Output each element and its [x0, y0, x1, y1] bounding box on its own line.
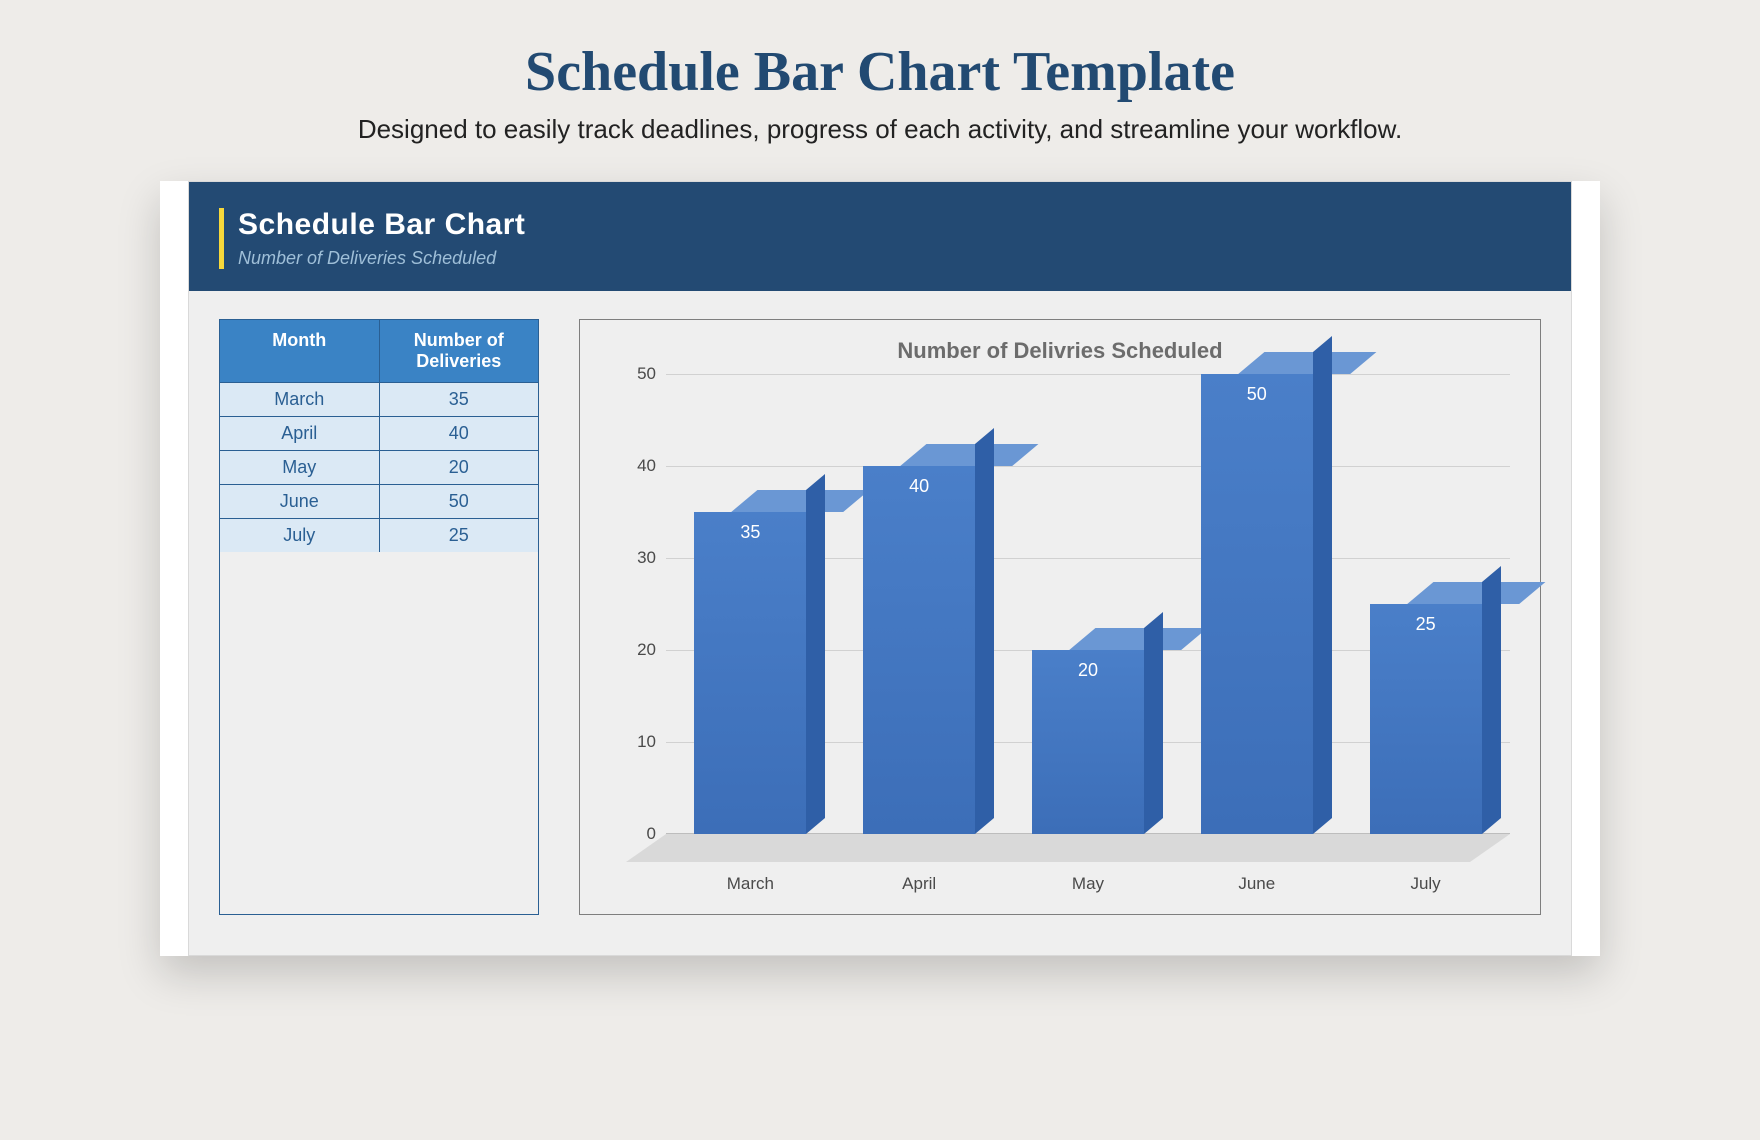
page-subtitle: Designed to easily track deadlines, prog… — [0, 114, 1760, 145]
banner-subtitle: Number of Deliveries Scheduled — [238, 248, 1541, 269]
bar-top-face — [1238, 352, 1376, 374]
cell-value: 40 — [379, 417, 539, 450]
table-row: April 40 — [220, 416, 538, 450]
bar-side-face — [1482, 566, 1501, 834]
x-axis: March April May June July — [666, 874, 1510, 894]
cell-value: 20 — [379, 451, 539, 484]
bar-top-face — [1069, 628, 1207, 650]
table-header-deliveries: Number of Deliveries — [379, 320, 539, 382]
cell-value: 35 — [379, 383, 539, 416]
bar-front-face — [694, 512, 806, 834]
bar: 35 — [694, 512, 806, 834]
chart-title: Number of Delivries Scheduled — [610, 338, 1510, 364]
bar-front-face — [1201, 374, 1313, 834]
bar-value-label: 20 — [1032, 660, 1144, 681]
cell-month: April — [220, 417, 379, 450]
content-row: Month Number of Deliveries March 35 Apri… — [189, 291, 1571, 955]
bar-side-face — [1144, 612, 1163, 834]
y-axis: 01020304050 — [610, 374, 666, 834]
table-row: July 25 — [220, 518, 538, 552]
plot: 35 40 20 50 25 March April May June July — [666, 374, 1510, 894]
bar-value-label: 50 — [1201, 384, 1313, 405]
bar-side-face — [1313, 336, 1332, 834]
banner-title: Schedule Bar Chart — [238, 208, 1541, 242]
cell-month: May — [220, 451, 379, 484]
table-row: June 50 — [220, 484, 538, 518]
chart-floor — [626, 834, 1510, 862]
bar-value-label: 25 — [1370, 614, 1482, 635]
bar-top-face — [732, 490, 870, 512]
bar-top-face — [900, 444, 1038, 466]
bar-side-face — [975, 428, 994, 834]
bar: 40 — [863, 466, 975, 834]
bar: 25 — [1370, 604, 1482, 834]
x-tick-label: March — [694, 874, 806, 894]
bar-value-label: 35 — [694, 522, 806, 543]
cell-value: 50 — [379, 485, 539, 518]
x-tick-label: April — [863, 874, 975, 894]
x-tick-label: June — [1201, 874, 1313, 894]
bar-value-label: 40 — [863, 476, 975, 497]
table-header-month: Month — [220, 320, 379, 382]
y-tick-label: 50 — [637, 364, 656, 384]
plot-area: 01020304050 3540205025 MarchAprilMayJune… — [610, 374, 1510, 894]
page-title: Schedule Bar Chart Template — [0, 40, 1760, 104]
cell-month: June — [220, 485, 379, 518]
data-table: Month Number of Deliveries March 35 Apri… — [219, 319, 539, 915]
card-inner: Schedule Bar Chart Number of Deliveries … — [188, 181, 1572, 956]
banner: Schedule Bar Chart Number of Deliveries … — [189, 182, 1571, 291]
y-tick-label: 20 — [637, 640, 656, 660]
y-tick-label: 40 — [637, 456, 656, 476]
cell-month: March — [220, 383, 379, 416]
y-tick-label: 10 — [637, 732, 656, 752]
table-header-row: Month Number of Deliveries — [220, 320, 538, 382]
cell-month: July — [220, 519, 379, 552]
table-row: March 35 — [220, 382, 538, 416]
bar-top-face — [1407, 582, 1545, 604]
bar: 20 — [1032, 650, 1144, 834]
bar: 50 — [1201, 374, 1313, 834]
x-tick-label: July — [1370, 874, 1482, 894]
y-tick-label: 30 — [637, 548, 656, 568]
table-row: May 20 — [220, 450, 538, 484]
bars-group: 35 40 20 50 25 — [666, 374, 1510, 834]
bar-front-face — [1370, 604, 1482, 834]
banner-accent-rule: Schedule Bar Chart Number of Deliveries … — [219, 208, 1541, 269]
template-card: Schedule Bar Chart Number of Deliveries … — [160, 181, 1600, 956]
bar-front-face — [863, 466, 975, 834]
x-tick-label: May — [1032, 874, 1144, 894]
bar-side-face — [806, 474, 825, 834]
chart-container: Number of Delivries Scheduled 0102030405… — [579, 319, 1541, 915]
cell-value: 25 — [379, 519, 539, 552]
